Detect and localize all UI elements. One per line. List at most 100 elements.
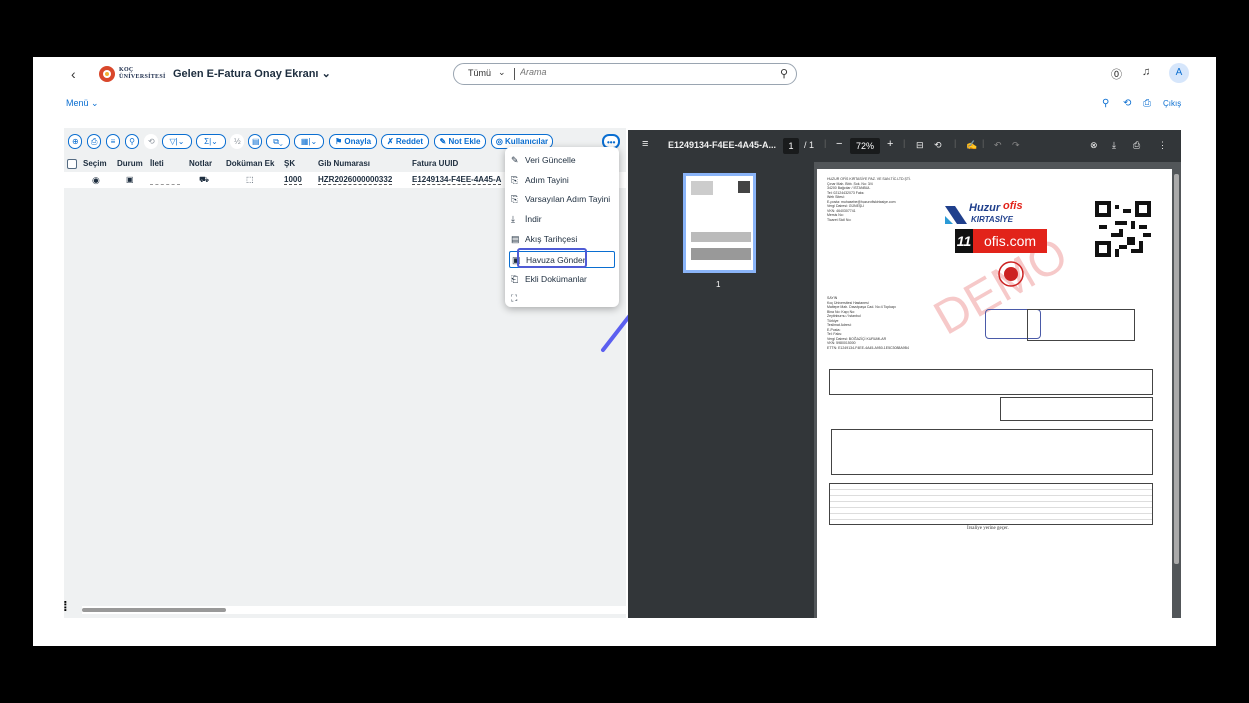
divider: | xyxy=(824,138,827,148)
col-header[interactable]: ŞK xyxy=(284,159,295,168)
reject-icon: ✗ xyxy=(386,137,396,146)
select-all-checkbox[interactable] xyxy=(67,159,77,169)
add-note-button[interactable]: ✎ Not Ekle xyxy=(434,134,486,149)
avatar[interactable]: A xyxy=(1169,63,1189,83)
flag-icon: ⚑ xyxy=(334,137,345,146)
menu-icon[interactable]: ≡ xyxy=(642,138,648,150)
zoom-input[interactable]: 72% xyxy=(850,138,880,154)
bell-icon[interactable]: ♫ xyxy=(1142,66,1150,78)
print-icon[interactable]: ⎙ xyxy=(87,134,101,149)
layout-dropdown-icon[interactable]: ⧉⌄ xyxy=(266,134,290,149)
line-items-table xyxy=(829,369,1153,395)
pdf-filename: E1249134-F4EE-4A45-A... xyxy=(668,140,777,150)
clear-filter-icon[interactable]: ⟲ xyxy=(1123,98,1131,109)
page-thumbnail[interactable] xyxy=(683,173,756,273)
attachment-cell-icon[interactable]: ⬚ xyxy=(246,175,254,184)
print-icon[interactable]: ⎙ xyxy=(1133,140,1140,151)
col-header[interactable]: Seçim xyxy=(83,159,107,168)
thumb-header xyxy=(691,181,713,195)
page-number-input[interactable]: 1 xyxy=(783,138,799,154)
annotate-icon[interactable]: ✍ xyxy=(966,140,977,151)
search-icon[interactable]: ⚲ xyxy=(1102,98,1109,109)
more-icon[interactable]: ⋮ xyxy=(1158,140,1167,151)
menu-item-veri-guncelle[interactable]: ✎ Veri Güncelle xyxy=(509,152,615,169)
clear-search-icon[interactable]: ⟲ xyxy=(144,134,158,149)
default-step-icon: ⎘ xyxy=(511,194,519,204)
logout-button[interactable]: Çıkış xyxy=(1163,99,1181,108)
notes-icon[interactable]: ⛟ xyxy=(199,175,209,185)
side-panel-icon[interactable]: ⁞ xyxy=(63,598,68,614)
scrollbar-thumb[interactable] xyxy=(1174,174,1179,564)
thumb-bank xyxy=(691,248,751,260)
sub-header: Menü ⌄ ⚲ ⟲ ⎙ Çıkış xyxy=(33,95,1216,115)
help-icon[interactable]: ⓪ xyxy=(1111,66,1122,82)
search-bar: Tümü ⌄ ⚲ xyxy=(453,63,797,85)
thumb-table xyxy=(691,232,751,242)
zoom-out-icon[interactable]: − xyxy=(836,138,842,150)
approve-button[interactable]: ⚑ Onayla xyxy=(329,134,377,149)
col-header[interactable]: Notlar xyxy=(189,159,212,168)
zoom-in-icon[interactable]: + xyxy=(887,138,893,150)
export-icon[interactable]: ▤ xyxy=(248,134,262,149)
search-input[interactable] xyxy=(520,67,760,77)
users-icon: ◎ xyxy=(495,137,506,146)
divider: | xyxy=(903,138,906,148)
brand-ofis: ofis xyxy=(1003,200,1023,212)
pdf-viewer: ≡ E1249134-F4EE-4A45-A... 1 / 1 | − 72% … xyxy=(628,130,1181,618)
attachment-icon: ⎗ xyxy=(511,274,519,284)
rotate-icon[interactable]: ⟲ xyxy=(934,140,942,151)
filter-dropdown-icon[interactable]: ▽|⌄ xyxy=(162,134,192,149)
menu-item-varsayilan-adim-tayini[interactable]: ⎘ Varsayılan Adım Tayini xyxy=(509,191,615,208)
undo-icon[interactable]: ↶ xyxy=(994,140,1002,151)
search-icon[interactable]: ⚲ xyxy=(125,134,139,149)
redo-icon[interactable]: ↷ xyxy=(1012,140,1020,151)
fullscreen-icon: ⛶ xyxy=(511,293,518,303)
download-icon[interactable]: ⤓ xyxy=(1112,140,1116,151)
radio-icon[interactable]: ◉ xyxy=(92,175,100,186)
divider: | xyxy=(982,138,985,148)
page-title[interactable]: Gelen E-Fatura Onay Ekranı ⌄ xyxy=(173,67,331,80)
filter-icon[interactable]: ≡ xyxy=(106,134,120,149)
divider xyxy=(514,68,515,80)
col-header[interactable]: Doküman Ek xyxy=(226,159,274,168)
pdf-vertical-scrollbar[interactable] xyxy=(1174,166,1179,618)
qr-code-icon xyxy=(1095,201,1151,257)
thumb-page-number: 1 xyxy=(716,280,721,289)
status-doc-icon[interactable]: ▣ xyxy=(126,175,134,184)
fit-page-icon[interactable]: ⊟ xyxy=(916,140,924,151)
col-header[interactable]: Fatura UUID xyxy=(412,159,458,168)
huzur-emblem-icon xyxy=(945,206,967,224)
notes-box xyxy=(831,429,1153,475)
menu-item-adim-tayini[interactable]: ⎘ Adım Tayini xyxy=(509,172,615,189)
app-window: ‹ KOÇ ÜNİVERSİTESİ Gelen E-Fatura Onay E… xyxy=(33,57,1216,646)
bank-table xyxy=(829,483,1153,525)
uuid-cell[interactable]: E1249134-F4EE-4A45-A xyxy=(412,175,502,185)
col-header[interactable]: Gib Numarası xyxy=(318,159,370,168)
reject-button[interactable]: ✗ Reddet xyxy=(381,134,429,149)
search-scope-select[interactable]: Tümü xyxy=(468,68,491,78)
print-icon[interactable]: ⎙ xyxy=(1143,98,1151,109)
chevron-down-icon[interactable]: ⌄ xyxy=(498,67,506,78)
menu-item-indir[interactable]: ⤓ İndir xyxy=(509,211,615,228)
shell-bar: ‹ KOÇ ÜNİVERSİTESİ Gelen E-Fatura Onay E… xyxy=(33,57,1216,91)
sk-cell[interactable]: 1000 xyxy=(284,175,302,185)
seller-info: HUZUR OFİS KIRTASİYE PAZ. VE SAN.TİC.LTD… xyxy=(827,177,911,222)
back-icon[interactable]: ‹ xyxy=(71,66,76,82)
menu-item-akis-tarihcesi[interactable]: ▤ Akış Tarihçesi xyxy=(509,231,615,248)
sign-icon[interactable]: ⊗ xyxy=(1090,140,1098,151)
pencil-icon: ✎ xyxy=(511,155,519,165)
subtotal-icon[interactable]: ½ xyxy=(230,134,244,149)
menu-button[interactable]: Menü ⌄ xyxy=(66,98,99,109)
horizontal-scrollbar[interactable] xyxy=(82,606,626,614)
search-icon[interactable]: ⚲ xyxy=(780,67,788,80)
col-header[interactable]: Durum xyxy=(117,159,143,168)
zoom-in-icon[interactable]: ⊕ xyxy=(68,134,82,149)
grid-dropdown-icon[interactable]: ▦|⌄ xyxy=(294,134,324,149)
sum-dropdown-icon[interactable]: Σ|⌄ xyxy=(196,134,226,149)
koc-logo-icon xyxy=(99,66,115,82)
gib-number-cell[interactable]: HZR2026000000332 xyxy=(318,175,393,185)
page-total: / 1 xyxy=(804,140,815,150)
buyer-info: SAYIN Koç Üniversitesi Hastanesi Maltepe M… xyxy=(827,296,909,350)
col-header[interactable]: İleti xyxy=(150,159,164,168)
scrollbar-thumb[interactable] xyxy=(82,608,226,612)
